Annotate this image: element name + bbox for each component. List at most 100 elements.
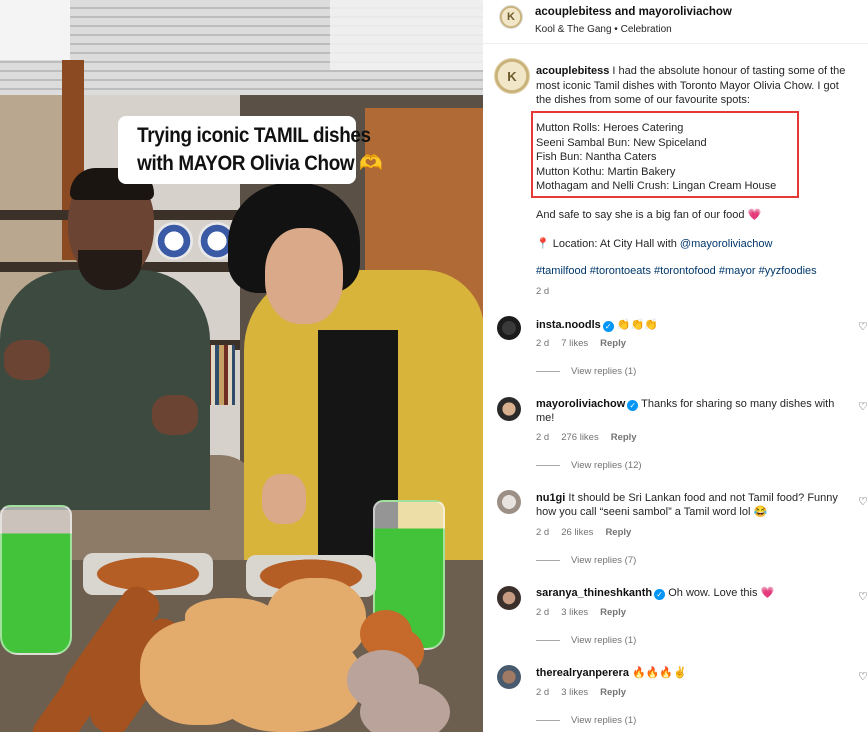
reply-button[interactable]: Reply [600, 607, 626, 618]
replies-divider [536, 560, 560, 561]
location-line: 📍 Location: At City Hall with @mayoroliv… [536, 237, 772, 252]
comment-text: therealryanperera 🔥🔥🔥✌ [536, 666, 841, 680]
commenter-avatar[interactable] [497, 397, 521, 421]
replies-divider [536, 465, 560, 466]
person-left-body [0, 270, 210, 510]
caption-line: with MAYOR Olivia Chow 🫶 [137, 152, 383, 175]
hashtags[interactable]: #tamilfood #torontoeats #torontofood #ma… [536, 265, 817, 277]
commenter-avatar[interactable] [497, 586, 521, 610]
replies-divider [536, 371, 560, 372]
heart-outline-icon[interactable]: ♡ [858, 592, 868, 603]
verified-badge-icon: ✓ [627, 400, 639, 411]
comment-meta: 2 d 7 likes Reply [536, 338, 638, 349]
comment-body: It should be Sri Lankan food and not Tam… [536, 492, 838, 518]
view-replies-button[interactable]: View replies (7) [536, 555, 636, 566]
replies-divider [536, 720, 560, 721]
comment-body: Oh wow. Love this 💗 [668, 587, 775, 599]
caption-text: acouplebitess I had the absolute honour … [536, 64, 854, 108]
comment-age: 2 d [536, 687, 550, 698]
view-replies-button[interactable]: View replies (12) [536, 460, 642, 471]
view-replies-button[interactable]: View replies (1) [536, 366, 636, 377]
person-left-hand [4, 340, 50, 380]
location-mention[interactable]: @mayoroliviachow [680, 238, 772, 250]
heart-outline-icon[interactable]: ♡ [858, 672, 868, 683]
view-replies-label: View replies (1) [571, 635, 637, 646]
coauthor-username[interactable]: mayoroliviachow [639, 6, 732, 18]
reply-button[interactable]: Reply [611, 432, 637, 443]
verified-badge-icon: ✓ [602, 321, 614, 332]
comment-age: 2 d [536, 527, 550, 538]
comment-age: 2 d [536, 432, 550, 443]
post-header: K acouplebitess and mayoroliviachow Kool… [483, 0, 868, 44]
location-prefix: 📍 Location: At City Hall with [536, 238, 680, 250]
spot-item: Mutton Rolls: Heroes Catering [536, 122, 684, 134]
reply-button[interactable]: Reply [600, 687, 626, 698]
verified-badge-icon: ✓ [654, 589, 666, 600]
spot-item: Mothagam and Nelli Crush: Lingan Cream H… [536, 180, 777, 192]
person-right-hand [262, 474, 306, 524]
person-right-face [265, 228, 343, 324]
post-age: 2 d [536, 286, 550, 297]
commenter-username[interactable]: saranya_thineshkanth [536, 587, 652, 599]
view-replies-label: View replies (12) [571, 460, 642, 471]
comment-likes[interactable]: 3 likes [561, 607, 588, 618]
comment-text: nu1gi It should be Sri Lankan food and n… [536, 491, 841, 519]
commenter-avatar[interactable] [497, 665, 521, 689]
view-replies-button[interactable]: View replies (1) [536, 635, 636, 646]
audio-track[interactable]: Kool & The Gang • Celebration [535, 24, 672, 35]
reply-button[interactable]: Reply [600, 338, 626, 349]
comment-body: 👏👏👏 [616, 319, 658, 331]
video-caption-overlay: Trying iconic TAMIL dishes with MAYOR Ol… [118, 116, 383, 184]
post-side-panel: K acouplebitess and mayoroliviachow Kool… [483, 0, 868, 732]
spot-item: Fish Bun: Nantha Caters [536, 151, 657, 163]
comment-text: saranya_thineshkanth ✓ Oh wow. Love this … [536, 586, 841, 600]
ceiling-light [0, 0, 70, 60]
commenter-username[interactable]: nu1gi [536, 492, 565, 504]
avatar-logo: K [507, 68, 517, 84]
comment-likes[interactable]: 7 likes [561, 338, 588, 349]
heart-outline-icon[interactable]: ♡ [858, 497, 868, 508]
spot-item: Mutton Kothu: Martin Bakery [536, 165, 676, 178]
post-authors: acouplebitess and mayoroliviachow [535, 6, 732, 18]
and-text: and [614, 6, 636, 18]
comment-text: mayoroliviachow ✓ Thanks for sharing so m… [536, 397, 841, 425]
comment-meta: 2 d 26 likes Reply [536, 527, 643, 538]
person-left-hand [152, 395, 198, 435]
fan-line: And safe to say she is a big fan of our … [536, 209, 762, 221]
comment-likes[interactable]: 26 likes [561, 527, 593, 538]
commenter-username[interactable]: mayoroliviachow [536, 398, 625, 410]
comment-age: 2 d [536, 338, 550, 349]
heart-outline-icon[interactable]: ♡ [858, 402, 868, 413]
bun [266, 578, 366, 663]
view-replies-label: View replies (1) [571, 366, 637, 377]
commenter-username[interactable]: therealryanperera [536, 667, 629, 679]
author-avatar[interactable]: K [499, 5, 523, 29]
comment-meta: 2 d 3 likes Reply [536, 607, 638, 618]
comment-age: 2 d [536, 607, 550, 618]
commenter-avatar[interactable] [497, 490, 521, 514]
caption-username[interactable]: acouplebitess [536, 65, 609, 77]
replies-divider [536, 640, 560, 641]
commenter-avatar[interactable] [497, 316, 521, 340]
avatar-logo: K [507, 11, 515, 23]
comment-text: insta.noodls ✓ 👏👏👏 [536, 318, 841, 332]
caption-line: Trying iconic TAMIL dishes [137, 124, 371, 147]
food-tray [83, 553, 213, 595]
view-replies-button[interactable]: View replies (1) [536, 715, 636, 726]
comment-likes[interactable]: 3 likes [561, 687, 588, 698]
comment-body: 🔥🔥🔥✌ [632, 667, 687, 679]
spot-item: Seeni Sambal Bun: New Spiceland [536, 136, 707, 149]
decorative-plate [155, 222, 193, 260]
reel-video[interactable]: Trying iconic TAMIL dishes with MAYOR Ol… [0, 0, 483, 732]
heart-outline-icon[interactable]: ♡ [858, 322, 868, 333]
view-replies-label: View replies (7) [571, 555, 637, 566]
commenter-username[interactable]: insta.noodls [536, 319, 601, 331]
comment-likes[interactable]: 276 likes [561, 432, 599, 443]
green-drink-cup [0, 505, 72, 655]
author-username[interactable]: acouplebitess [535, 6, 612, 18]
view-replies-label: View replies (1) [571, 715, 637, 726]
reply-button[interactable]: Reply [605, 527, 631, 538]
caption-avatar[interactable]: K [494, 58, 530, 94]
comment-meta: 2 d 276 likes Reply [536, 432, 649, 443]
ceiling-light [330, 0, 483, 70]
